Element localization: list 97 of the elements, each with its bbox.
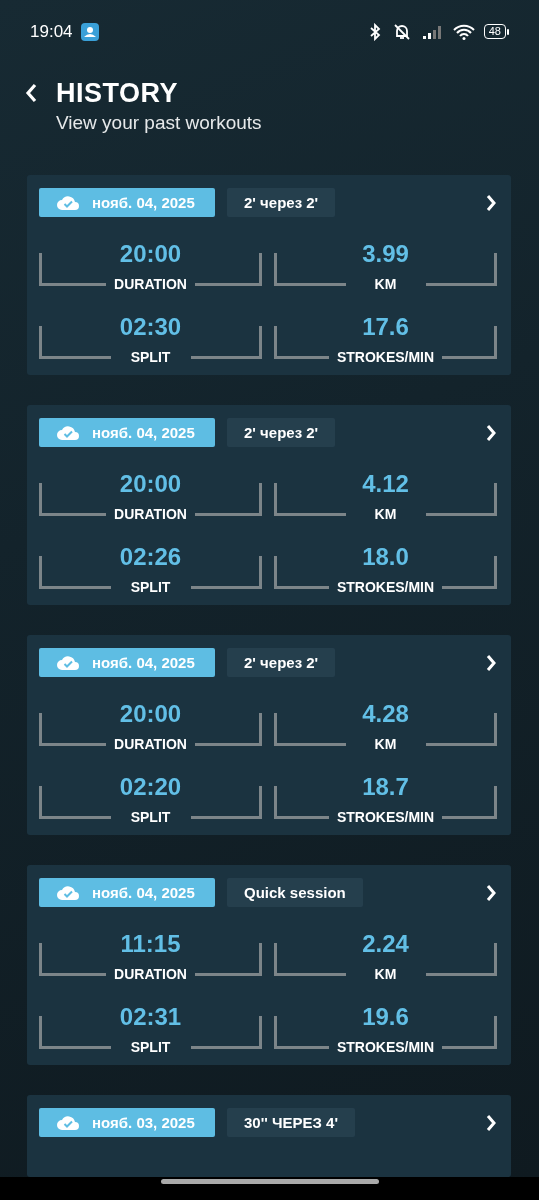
bracket-line <box>274 786 329 819</box>
bracket-line <box>442 1016 497 1049</box>
bracket-line <box>39 483 107 516</box>
workout-date: нояб. 03, 2025 <box>92 1114 195 1131</box>
bracket-line <box>39 1016 111 1049</box>
metric-label: DURATION <box>113 276 188 292</box>
cloud-check-icon <box>56 884 80 901</box>
app-icon <box>80 22 99 41</box>
workout-name-tag: 2' через 2' <box>227 188 336 217</box>
metric-label: STROKES/MIN <box>335 809 436 825</box>
bracket-line <box>39 556 111 589</box>
metric-label: KM <box>373 276 398 292</box>
bracket-line <box>190 326 262 359</box>
open-chevron-icon[interactable] <box>485 882 497 903</box>
bracket-line <box>274 556 329 589</box>
bracket-line <box>39 943 107 976</box>
open-chevron-icon[interactable] <box>485 652 497 673</box>
metric-value: 2.24 <box>362 931 409 957</box>
bracket-line <box>194 713 262 746</box>
workout-date: нояб. 04, 2025 <box>92 884 195 901</box>
open-chevron-icon[interactable] <box>485 422 497 443</box>
bracket-line <box>425 253 497 286</box>
cloud-check-icon <box>56 194 80 211</box>
bracket-line <box>190 786 262 819</box>
cloud-check-icon <box>56 1114 80 1131</box>
workout-date: нояб. 04, 2025 <box>92 424 195 441</box>
workout-name-tag: 2' через 2' <box>227 418 336 447</box>
metric-value: 02:30 <box>119 314 182 340</box>
metric-label: KM <box>373 506 398 522</box>
bracket-line <box>274 253 346 286</box>
metric-value: 20:00 <box>119 701 182 727</box>
bracket-line <box>39 786 111 819</box>
workout-name-tag: 2' через 2' <box>227 648 336 677</box>
bracket-line <box>274 483 346 516</box>
workout-card[interactable]: нояб. 04, 2025 Quick session 11:15 DURATION 2.24 KM 02:31 SPLIT 19.6 STROKES/MIN <box>27 865 511 1065</box>
metric-value: 11:15 <box>120 931 181 957</box>
open-chevron-icon[interactable] <box>485 1112 497 1133</box>
bracket-line <box>442 786 497 819</box>
metric-label: DURATION <box>113 506 188 522</box>
metric-label: SPLIT <box>129 349 172 365</box>
metric-label: STROKES/MIN <box>335 579 436 595</box>
workout-name-tag: 30'' ЧЕРЕЗ 4' <box>227 1108 355 1137</box>
bracket-line <box>39 713 107 746</box>
metric-label: STROKES/MIN <box>335 1039 436 1055</box>
wifi-icon <box>452 23 475 40</box>
workout-card[interactable]: нояб. 04, 2025 2' через 2' 20:00 DURATION 4.28 KM 02:20 SPLIT 18.7 STROKES/MIN <box>27 635 511 835</box>
workout-card[interactable]: нояб. 03, 2025 30'' ЧЕРЕЗ 4' <box>27 1095 511 1177</box>
bracket-line <box>190 1016 262 1049</box>
battery-icon: 48 <box>483 24 509 40</box>
workout-name-tag: Quick session <box>227 878 363 907</box>
bracket-line <box>442 326 497 359</box>
metric-label: KM <box>373 736 398 752</box>
bracket-line <box>425 483 497 516</box>
page-title: HISTORY <box>56 77 180 109</box>
workout-card[interactable]: нояб. 04, 2025 2' через 2' 20:00 DURATION 4.12 KM 02:26 SPLIT 18.0 STROKES/MIN <box>27 405 511 605</box>
signal-icon <box>421 23 444 40</box>
bracket-line <box>190 556 262 589</box>
open-chevron-icon[interactable] <box>485 192 497 213</box>
workout-date: нояб. 04, 2025 <box>92 654 195 671</box>
metric-value: 20:00 <box>119 471 182 497</box>
workout-date: нояб. 04, 2025 <box>92 194 195 211</box>
metric-value: 18.7 <box>362 774 409 800</box>
metric-label: DURATION <box>113 736 188 752</box>
metric-value: 3.99 <box>362 241 409 267</box>
metric-value: 17.6 <box>362 314 409 340</box>
bracket-line <box>39 326 111 359</box>
metric-value: 4.12 <box>362 471 409 497</box>
back-button[interactable] <box>24 81 38 104</box>
workout-card[interactable]: нояб. 04, 2025 2' через 2' 20:00 DURATION 3.99 KM 02:30 SPLIT 17.6 STROKES/MIN <box>27 175 511 375</box>
bracket-line <box>442 556 497 589</box>
metric-value: 19.6 <box>362 1004 409 1030</box>
bracket-line <box>194 483 262 516</box>
bracket-line <box>194 253 262 286</box>
bracket-line <box>194 943 262 976</box>
cloud-check-icon <box>56 424 80 441</box>
bracket-line <box>274 326 329 359</box>
bracket-line <box>274 943 346 976</box>
metric-label: SPLIT <box>129 579 172 595</box>
metric-label: DURATION <box>113 966 188 982</box>
metric-label: SPLIT <box>129 809 172 825</box>
metric-value: 4.28 <box>362 701 409 727</box>
metric-value: 02:31 <box>119 1004 182 1030</box>
metric-value: 20:00 <box>119 241 182 267</box>
metric-label: STROKES/MIN <box>335 349 436 365</box>
page-subtitle: View your past workouts <box>56 111 262 134</box>
bracket-line <box>425 713 497 746</box>
metric-value: 02:26 <box>119 544 182 570</box>
metric-value: 02:20 <box>119 774 182 800</box>
clock-time: 19:04 <box>30 21 73 42</box>
metric-label: SPLIT <box>129 1039 172 1055</box>
bracket-line <box>274 1016 329 1049</box>
bracket-line <box>39 253 107 286</box>
bracket-line <box>425 943 497 976</box>
metric-value: 18.0 <box>362 544 409 570</box>
bracket-line <box>274 713 346 746</box>
cloud-check-icon <box>56 654 80 671</box>
metric-label: KM <box>373 966 398 982</box>
